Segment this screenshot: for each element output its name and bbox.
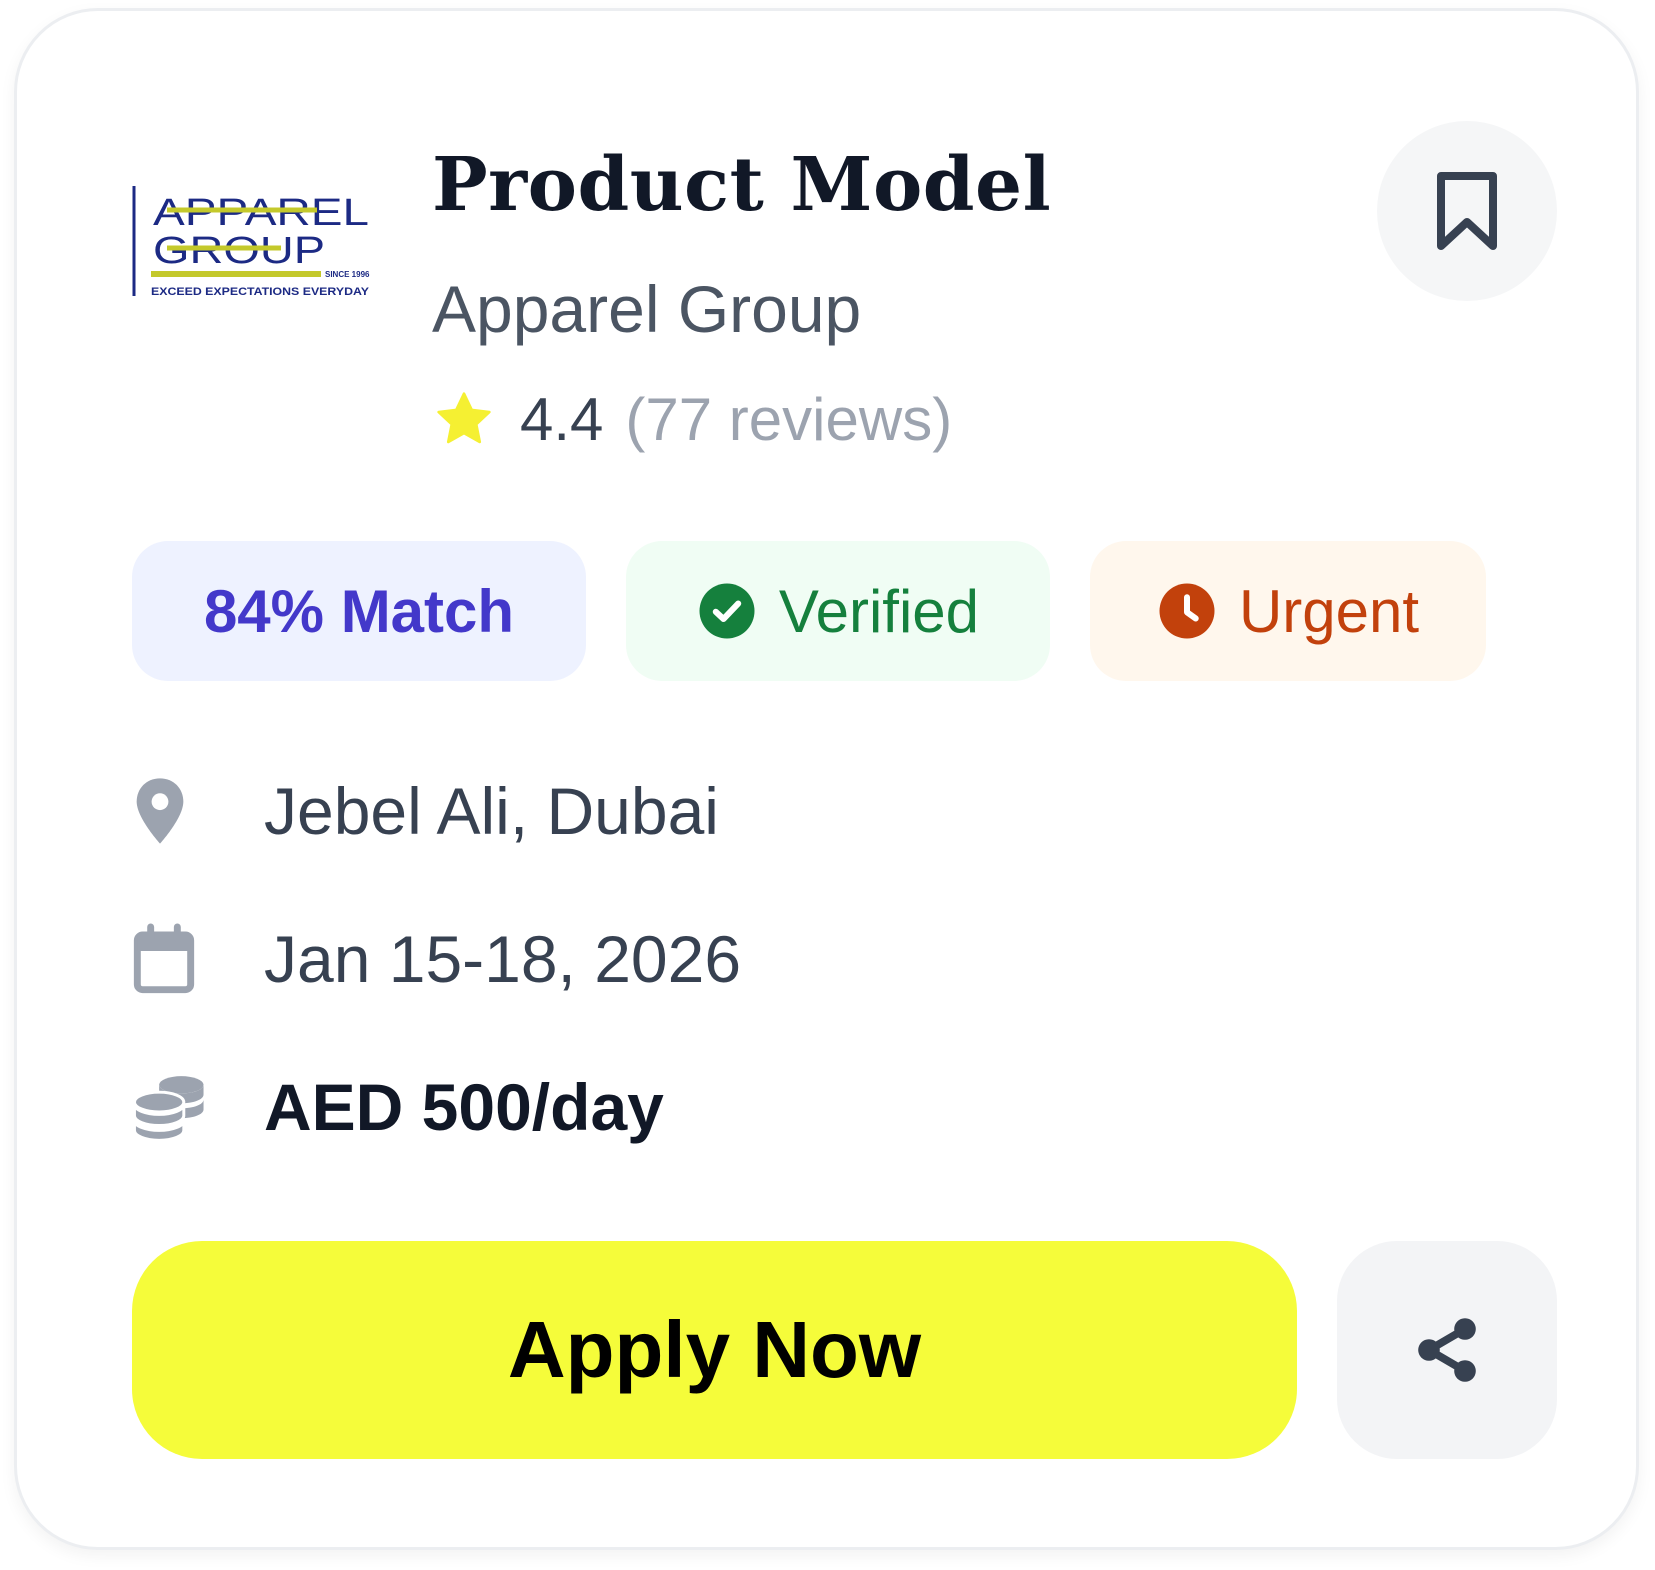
logo-since: SINCE 1996 [325,270,370,279]
bookmark-button[interactable] [1377,121,1557,301]
job-card[interactable]: APPAREL GROUP SINCE 1996 EXCEED EXPECTAT… [14,8,1639,1550]
date-row: Jan 15-18, 2026 [132,909,741,1009]
company-name[interactable]: Apparel Group [432,267,861,351]
location-text: Jebel Ali, Dubai [264,774,719,848]
apply-now-button[interactable]: Apply Now [132,1241,1297,1459]
match-badge: 84% Match [132,541,586,681]
share-button[interactable] [1337,1241,1557,1459]
check-circle-icon [699,583,755,639]
map-pin-icon [136,778,184,844]
date-text: Jan 15-18, 2026 [264,922,742,996]
bookmark-icon [1437,172,1497,250]
clock-icon [1159,583,1215,639]
apply-now-label: Apply Now [507,1305,922,1394]
match-label: 84% Match [203,577,515,645]
company-logo: APPAREL GROUP SINCE 1996 EXCEED EXPECTAT… [132,186,370,298]
urgent-label: Urgent [1238,577,1420,645]
coins-icon [132,1076,204,1142]
urgent-badge: Urgent [1090,541,1486,681]
logo-line-2: GROUP [153,230,325,272]
rating-value: 4.4 [520,385,604,453]
job-title: Product Model [432,142,1052,228]
verified-label: Verified [778,577,980,645]
pay-text: AED 500/day [264,1070,664,1144]
share-icon [1418,1318,1476,1382]
logo-line-1: APPAREL [153,192,369,234]
location-row: Jebel Ali, Dubai [132,761,719,861]
pay-row: AED 500/day [132,1057,664,1157]
calendar-icon [133,923,195,994]
review-count[interactable]: (77 reviews) [625,385,952,454]
logo-tagline: EXCEED EXPECTATIONS EVERYDAY [151,286,370,298]
star-icon [437,392,491,444]
rating: 4.4 (77 reviews) [432,383,952,455]
verified-badge: Verified [626,541,1050,681]
